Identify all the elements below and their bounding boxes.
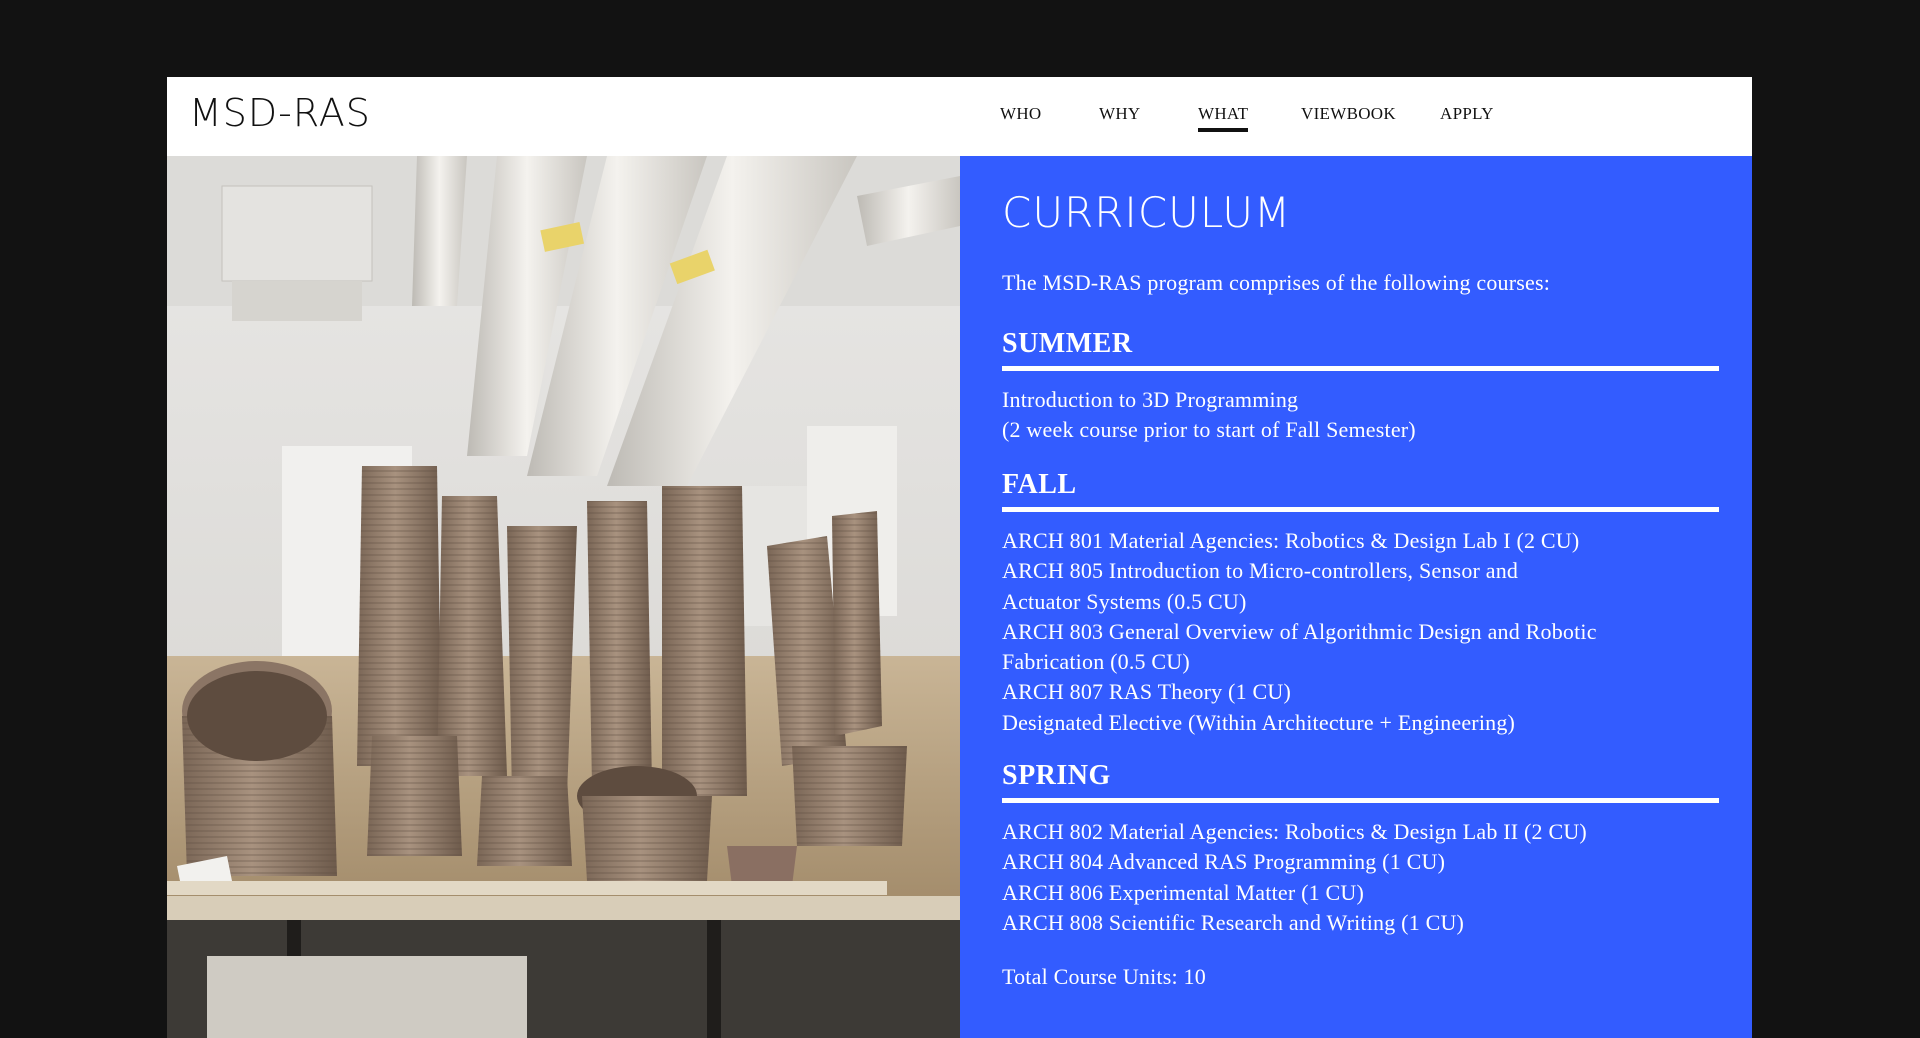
section-heading: SPRING — [1002, 762, 1719, 803]
list-item: Actuator Systems (0.5 CU) — [1002, 588, 1247, 614]
list-item: ARCH 807 RAS Theory (1 CU) — [1002, 679, 1291, 705]
hero-photo — [167, 156, 960, 1038]
section-heading: SUMMER — [1002, 330, 1719, 371]
course-list: Introduction to 3D Programming (2 week c… — [1002, 385, 1719, 446]
list-item: Fabrication (0.5 CU) — [1002, 649, 1190, 675]
curriculum-title: CURRICULUM — [1002, 188, 1292, 237]
site-logo[interactable]: MSD-RAS — [189, 91, 371, 137]
nav-why[interactable]: WHY — [1099, 104, 1141, 128]
list-item: Introduction to 3D Programming — [1002, 387, 1299, 412]
section-heading: FALL — [1002, 471, 1719, 512]
section-fall: FALL ARCH 801 Material Agencies: Robotic… — [1002, 471, 1719, 738]
nav-viewbook[interactable]: VIEWBOOK — [1301, 104, 1396, 128]
list-item: ARCH 801 Material Agencies: Robotics & D… — [1002, 528, 1580, 553]
list-item: ARCH 804 Advanced RAS Programming (1 CU) — [1002, 849, 1446, 875]
nav-who[interactable]: WHO — [1000, 104, 1042, 128]
page-frame: MSD-RAS WHO WHY WHAT VIEWBOOK APPLY CURR… — [167, 77, 1752, 1038]
section-spring: SPRING ARCH 802 Material Agencies: Robot… — [1002, 762, 1719, 938]
course-list: ARCH 801 Material Agencies: Robotics & D… — [1002, 526, 1719, 738]
list-item: ARCH 805 Introduction to Micro-controlle… — [1002, 558, 1519, 584]
clay-towers-photo-icon — [167, 156, 960, 1038]
curriculum-intro: The MSD-RAS program comprises of the fol… — [1002, 270, 1551, 295]
total-course-units: Total Course Units: 10 — [1002, 964, 1206, 989]
curriculum-panel: CURRICULUM The MSD-RAS program comprises… — [960, 156, 1752, 1038]
list-item: Designated Elective (Within Architecture… — [1002, 709, 1516, 735]
nav-apply[interactable]: APPLY — [1440, 104, 1494, 128]
list-item: ARCH 802 Material Agencies: Robotics & D… — [1002, 819, 1587, 844]
list-item: ARCH 806 Experimental Matter (1 CU) — [1002, 879, 1364, 905]
nav-what[interactable]: WHAT — [1198, 104, 1249, 132]
list-item: ARCH 803 General Overview of Algorithmic… — [1002, 618, 1597, 644]
course-list: ARCH 802 Material Agencies: Robotics & D… — [1002, 817, 1719, 938]
list-item: ARCH 808 Scientific Research and Writing… — [1002, 909, 1465, 935]
list-item: (2 week course prior to start of Fall Se… — [1002, 417, 1416, 443]
site-header: MSD-RAS WHO WHY WHAT VIEWBOOK APPLY — [167, 77, 1752, 156]
section-summer: SUMMER Introduction to 3D Programming (2… — [1002, 330, 1719, 446]
